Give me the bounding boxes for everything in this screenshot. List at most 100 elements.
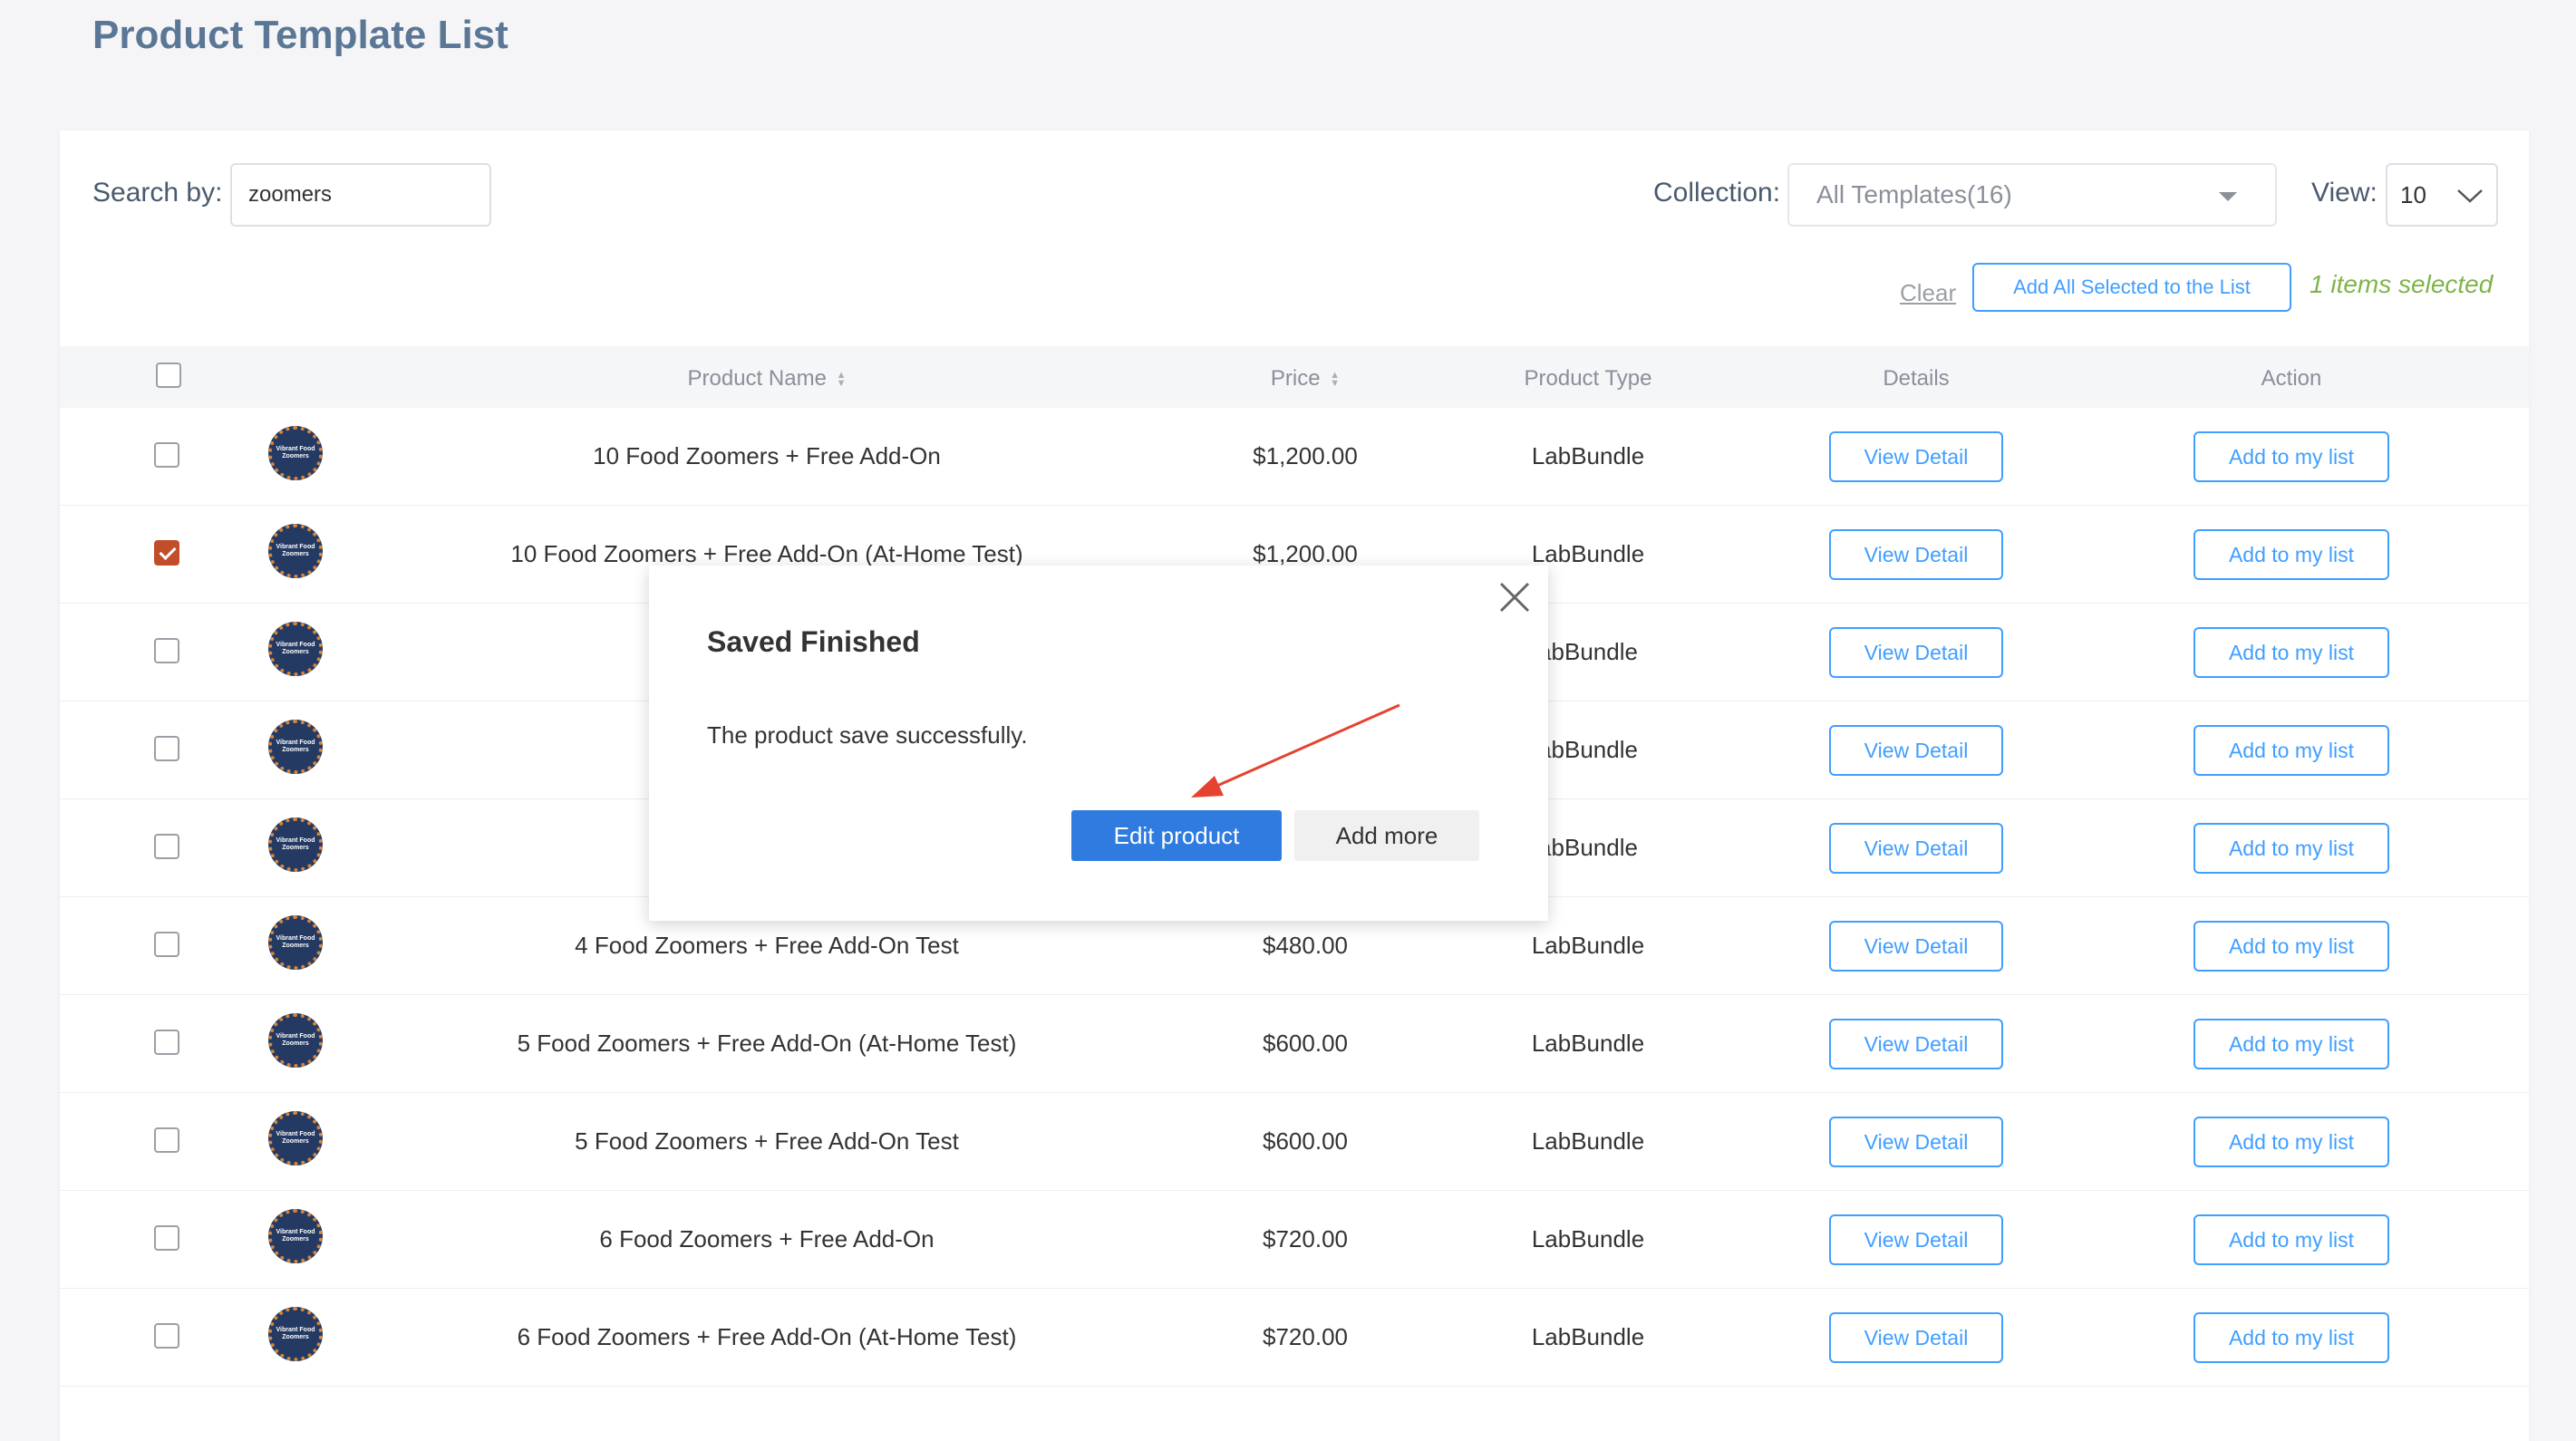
product-logo: Vibrant Food Zoomers xyxy=(268,1013,323,1068)
product-price: $480.00 xyxy=(1263,932,1348,959)
product-type: abBundle xyxy=(1538,736,1638,763)
search-input[interactable] xyxy=(230,163,491,227)
product-name: 6 Food Zoomers + Free Add-On (At-Home Te… xyxy=(517,1323,1017,1350)
collection-label: Collection: xyxy=(1653,178,1781,208)
product-type: abBundle xyxy=(1538,638,1638,665)
edit-product-button[interactable]: Edit product xyxy=(1071,810,1282,861)
add-to-list-button[interactable]: Add to my list xyxy=(2193,431,2389,482)
product-logo-text: Vibrant Food Zoomers xyxy=(276,1033,315,1047)
select-all-checkbox[interactable] xyxy=(156,363,181,388)
add-to-list-button[interactable]: Add to my list xyxy=(2193,725,2389,776)
product-price: $720.00 xyxy=(1263,1225,1348,1252)
row-checkbox[interactable] xyxy=(154,736,179,761)
add-to-list-button[interactable]: Add to my list xyxy=(2193,921,2389,972)
product-type: LabBundle xyxy=(1531,1225,1645,1252)
table-header: Product Name ▲ ▼ Price ▲ ▼ Product Type De… xyxy=(60,346,2529,408)
row-checkbox[interactable] xyxy=(154,540,179,566)
add-to-list-button[interactable]: Add to my list xyxy=(2193,1214,2389,1265)
sort-icon: ▲ ▼ xyxy=(836,369,847,389)
row-checkbox[interactable] xyxy=(154,834,179,859)
collection-select-value: All Templates(16) xyxy=(1816,180,2012,208)
table-row: Vibrant Food Zoomers 10 Food Zoomers + Fr… xyxy=(60,408,2529,506)
product-name: 5 Food Zoomers + Free Add-On Test xyxy=(575,1127,959,1155)
table-row: Vibrant Food Zoomers 5 Food Zoomers + Fre… xyxy=(60,995,2529,1093)
view-detail-button[interactable]: View Detail xyxy=(1829,431,2003,482)
product-logo: Vibrant Food Zoomers xyxy=(268,720,323,774)
product-name: 6 Food Zoomers + Free Add-On xyxy=(599,1225,935,1252)
row-checkbox[interactable] xyxy=(154,1127,179,1153)
selected-count: 1 items selected xyxy=(2310,270,2494,298)
view-detail-button[interactable]: View Detail xyxy=(1829,1312,2003,1363)
view-detail-button[interactable]: View Detail xyxy=(1829,1117,2003,1167)
row-checkbox[interactable] xyxy=(154,638,179,663)
view-detail-button[interactable]: View Detail xyxy=(1829,627,2003,678)
page-title: Product Template List xyxy=(92,13,508,57)
product-name: 4 Food Zoomers + Free Add-On Test xyxy=(575,932,959,959)
product-logo-text: Vibrant Food Zoomers xyxy=(276,935,315,949)
add-to-list-button[interactable]: Add to my list xyxy=(2193,1019,2389,1069)
add-to-list-button[interactable]: Add to my list xyxy=(2193,1117,2389,1167)
product-name: 10 Food Zoomers + Free Add-On (At-Home T… xyxy=(510,540,1023,567)
product-logo: Vibrant Food Zoomers xyxy=(268,915,323,970)
row-checkbox[interactable] xyxy=(154,442,179,468)
product-price: $720.00 xyxy=(1263,1323,1348,1350)
column-header-product-name-label: Product Name xyxy=(687,366,827,391)
view-select[interactable]: 10 xyxy=(2386,163,2498,227)
view-select-value: 10 xyxy=(2400,180,2426,208)
product-logo: Vibrant Food Zoomers xyxy=(268,524,323,578)
add-to-list-button[interactable]: Add to my list xyxy=(2193,1312,2389,1363)
table-row: Vibrant Food Zoomers 6 Food Zoomers + Fre… xyxy=(60,1289,2529,1387)
product-price: $1,200.00 xyxy=(1253,540,1358,567)
chevron-down-icon xyxy=(2457,189,2483,203)
column-header-product-type: Product Type xyxy=(1524,366,1652,391)
add-all-selected-button[interactable]: Add All Selected to the List xyxy=(1972,263,2291,312)
column-header-action: Action xyxy=(2261,366,2322,391)
add-to-list-button[interactable]: Add to my list xyxy=(2193,529,2389,580)
product-logo-text: Vibrant Food Zoomers xyxy=(276,837,315,851)
column-header-product-name[interactable]: Product Name ▲ ▼ xyxy=(688,366,847,392)
product-logo: Vibrant Food Zoomers xyxy=(268,622,323,676)
product-logo-text: Vibrant Food Zoomers xyxy=(276,446,315,459)
add-to-list-button[interactable]: Add to my list xyxy=(2193,823,2389,874)
row-checkbox[interactable] xyxy=(154,932,179,957)
view-detail-button[interactable]: View Detail xyxy=(1829,823,2003,874)
product-price: $600.00 xyxy=(1263,1127,1348,1155)
annotation-arrow-icon xyxy=(1191,703,1400,798)
column-header-details: Details xyxy=(1883,366,1950,391)
caret-down-icon xyxy=(2219,192,2237,201)
row-checkbox[interactable] xyxy=(154,1323,179,1349)
view-detail-button[interactable]: View Detail xyxy=(1829,1214,2003,1265)
table-row: Vibrant Food Zoomers 6 Food Zoomers + Fre… xyxy=(60,1191,2529,1289)
view-detail-button[interactable]: View Detail xyxy=(1829,921,2003,972)
product-logo-text: Vibrant Food Zoomers xyxy=(276,642,315,655)
product-logo-text: Vibrant Food Zoomers xyxy=(276,1229,315,1243)
add-to-list-button[interactable]: Add to my list xyxy=(2193,627,2389,678)
product-type: LabBundle xyxy=(1531,1030,1645,1057)
view-detail-button[interactable]: View Detail xyxy=(1829,529,2003,580)
product-logo: Vibrant Food Zoomers xyxy=(268,1111,323,1165)
product-type: LabBundle xyxy=(1531,442,1645,469)
view-detail-button[interactable]: View Detail xyxy=(1829,1019,2003,1069)
product-type: LabBundle xyxy=(1531,1323,1645,1350)
view-detail-button[interactable]: View Detail xyxy=(1829,725,2003,776)
product-logo: Vibrant Food Zoomers xyxy=(268,1307,323,1361)
product-type: LabBundle xyxy=(1531,540,1645,567)
column-header-price[interactable]: Price ▲ ▼ xyxy=(1271,366,1340,392)
close-icon[interactable] xyxy=(1496,578,1534,616)
product-logo-text: Vibrant Food Zoomers xyxy=(276,1327,315,1340)
product-logo-text: Vibrant Food Zoomers xyxy=(276,1131,315,1145)
product-logo: Vibrant Food Zoomers xyxy=(268,1209,323,1263)
product-type: LabBundle xyxy=(1531,1127,1645,1155)
dialog-message: The product save successfully. xyxy=(707,721,1028,749)
product-logo: Vibrant Food Zoomers xyxy=(268,426,323,480)
product-type: LabBundle xyxy=(1531,932,1645,959)
row-checkbox[interactable] xyxy=(154,1225,179,1251)
row-checkbox[interactable] xyxy=(154,1030,179,1055)
collection-select[interactable]: All Templates(16) xyxy=(1787,163,2277,227)
column-header-price-label: Price xyxy=(1270,366,1321,391)
product-name: 10 Food Zoomers + Free Add-On xyxy=(593,442,941,469)
clear-link[interactable]: Clear xyxy=(1900,279,1956,307)
product-price: $600.00 xyxy=(1263,1030,1348,1057)
dialog-title: Saved Finished xyxy=(707,625,920,658)
add-more-button[interactable]: Add more xyxy=(1294,810,1479,861)
